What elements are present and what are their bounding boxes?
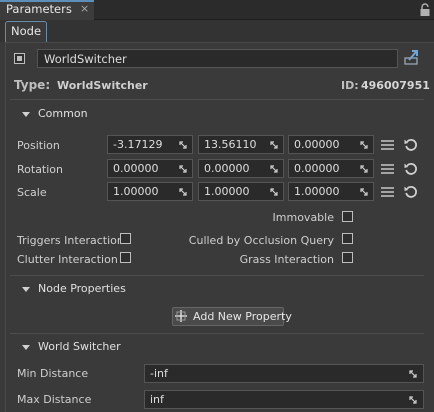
grass-interaction-label: Grass Interaction [239, 253, 334, 266]
section-world-switcher-title[interactable]: World Switcher [38, 340, 121, 353]
min-distance-field[interactable]: -inf [144, 364, 424, 383]
rotation-label: Rotation [17, 163, 64, 176]
reset-icon[interactable] [404, 162, 418, 176]
drag-handle-icon[interactable] [179, 141, 187, 149]
lock-icon[interactable] [419, 3, 431, 17]
divider [10, 275, 424, 276]
id-value: 496007951 [361, 79, 430, 92]
content-frame [5, 42, 434, 412]
drag-handle-icon[interactable] [409, 396, 417, 404]
grass-interaction-checkbox[interactable] [342, 252, 353, 263]
drag-handle-icon[interactable] [409, 370, 417, 378]
type-label: Type: [14, 78, 51, 92]
close-icon[interactable]: × [80, 2, 89, 15]
triggers-interaction-checkbox[interactable] [120, 233, 131, 244]
scale-label: Scale [17, 186, 47, 199]
id-label: ID: [341, 79, 359, 92]
clutter-interaction-label: Clutter Interaction [17, 253, 118, 266]
max-distance-label: Max Distance [17, 393, 92, 406]
immovable-label: Immovable [272, 211, 334, 224]
culled-by-occlusion-label: Culled by Occlusion Query [188, 234, 334, 247]
type-value: WorldSwitcher [57, 79, 148, 92]
collapse-arrow-icon[interactable] [22, 345, 30, 350]
menu-icon[interactable] [381, 140, 394, 150]
drag-handle-icon[interactable] [270, 141, 278, 149]
clutter-interaction-checkbox[interactable] [120, 252, 131, 263]
drag-handle-icon[interactable] [360, 188, 368, 196]
menu-icon[interactable] [381, 187, 394, 197]
tab-node-label: Node [11, 24, 42, 38]
divider [10, 99, 424, 100]
add-new-property-label: Add New Property [193, 310, 292, 323]
max-distance-field[interactable]: inf [144, 390, 424, 409]
section-common-title[interactable]: Common [38, 107, 88, 120]
drag-handle-icon[interactable] [179, 165, 187, 173]
triggers-interaction-label: Triggers Interaction [17, 234, 124, 247]
parameters-tab-label: Parameters [6, 2, 72, 16]
culled-by-occlusion-checkbox[interactable] [342, 233, 353, 244]
collapse-arrow-icon[interactable] [22, 112, 30, 117]
min-distance-label: Min Distance [17, 367, 89, 380]
reset-icon[interactable] [404, 138, 418, 152]
node-name-field[interactable]: WorldSwitcher [37, 49, 398, 68]
section-node-properties-title[interactable]: Node Properties [38, 282, 126, 295]
drag-handle-icon[interactable] [270, 188, 278, 196]
divider [10, 333, 424, 334]
drag-handle-icon[interactable] [270, 165, 278, 173]
node-enabled-checkbox[interactable] [14, 53, 25, 64]
plus-icon [175, 310, 187, 322]
collapse-arrow-icon[interactable] [22, 287, 30, 292]
drag-handle-icon[interactable] [179, 188, 187, 196]
drag-handle-icon[interactable] [360, 165, 368, 173]
position-label: Position [17, 139, 60, 152]
reset-icon[interactable] [404, 185, 418, 199]
sub-tab-strip [0, 20, 434, 42]
drag-handle-icon[interactable] [360, 141, 368, 149]
menu-icon[interactable] [381, 164, 394, 174]
immovable-checkbox[interactable] [342, 211, 353, 222]
export-icon[interactable] [403, 48, 421, 66]
